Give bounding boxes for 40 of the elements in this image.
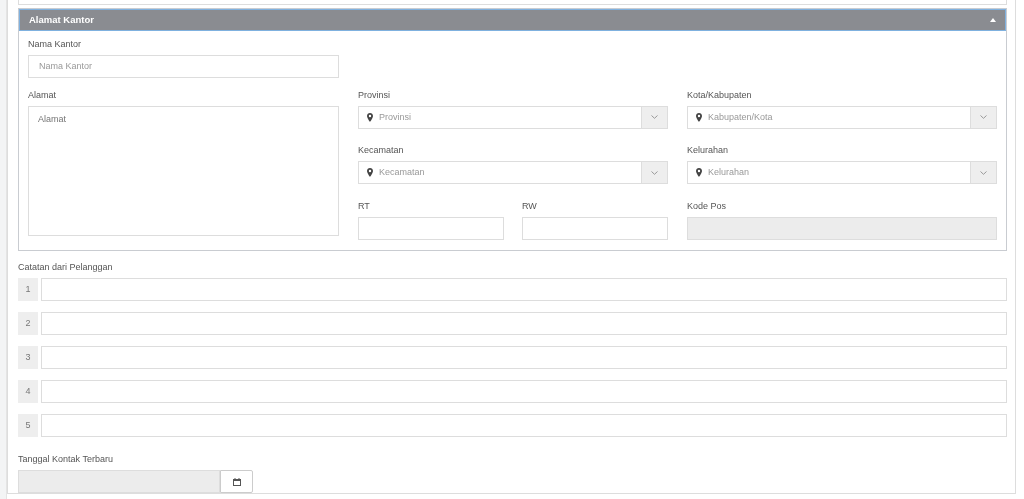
chevron-down-icon — [651, 170, 658, 175]
row-number: 4 — [18, 380, 38, 403]
text-field[interactable] — [41, 278, 1007, 301]
chevron-down-icon — [980, 170, 987, 175]
chevron-down-icon — [651, 115, 658, 120]
map-pin-icon — [367, 112, 373, 122]
text-field[interactable] — [41, 312, 1007, 335]
row-number: 5 — [18, 414, 38, 437]
panel-header[interactable]: Alamat Kantor — [19, 8, 1006, 31]
field-label: Nama Kantor — [28, 38, 83, 50]
field-label: Catatan dari Pelanggan — [18, 262, 114, 273]
select-field[interactable]: Kelurahan — [687, 161, 997, 185]
map-pin-icon — [696, 168, 702, 178]
field-label: RW — [522, 200, 538, 212]
row-number: 1 — [18, 278, 38, 301]
field-label: RT — [358, 200, 371, 212]
chevron-down-icon — [980, 115, 987, 120]
text-field[interactable] — [41, 380, 1007, 403]
address-textarea[interactable]: Alamat — [28, 105, 339, 236]
calendar-button[interactable] — [220, 470, 253, 493]
select-field[interactable]: Kecamatan — [358, 161, 668, 185]
text-field[interactable] — [41, 346, 1007, 369]
select-field[interactable]: Kabupaten/Kota — [687, 105, 997, 129]
map-pin-icon — [367, 168, 373, 178]
text-field[interactable] — [358, 216, 504, 240]
select-field[interactable]: Provinsi — [358, 105, 668, 129]
row-number: 3 — [18, 346, 38, 369]
row-number: 2 — [18, 312, 38, 335]
field-label: Tanggal Kontak Terbaru — [18, 454, 114, 465]
text-field[interactable] — [41, 414, 1007, 437]
field-label: Kecamatan — [358, 145, 405, 157]
field-label: Kode Pos — [687, 200, 728, 212]
map-pin-icon — [696, 112, 702, 122]
text-field[interactable] — [522, 216, 668, 240]
field-label: Alamat — [28, 89, 57, 101]
field-label: Kota/Kabupaten — [687, 89, 753, 101]
field-label: Provinsi — [358, 89, 391, 101]
field-label: Kelurahan — [687, 145, 730, 157]
text-field[interactable]: Nama Kantor — [28, 54, 339, 78]
calendar-icon — [232, 477, 241, 486]
